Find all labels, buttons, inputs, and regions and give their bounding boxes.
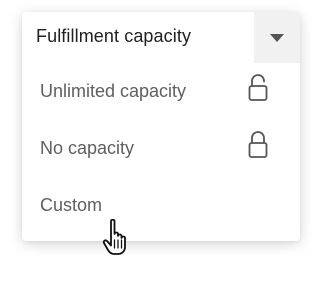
option-label: Custom (40, 195, 103, 215)
dropdown-header[interactable]: Fulfillment capacity (22, 12, 300, 63)
caret-down-icon (270, 34, 284, 42)
unlocked-icon (248, 74, 268, 101)
option-no-capacity[interactable]: No capacity (22, 120, 300, 177)
dropdown-toggle-button[interactable] (254, 12, 300, 63)
hand-pointer-icon (102, 218, 126, 255)
locked-icon (248, 131, 268, 158)
option-label: Unlimited capacity (40, 81, 187, 101)
option-custom[interactable]: Custom (22, 177, 300, 241)
option-label: No capacity (40, 138, 135, 158)
fulfillment-capacity-dropdown[interactable]: Fulfillment capacity Unlimited capacity … (22, 12, 300, 241)
dropdown-title: Fulfillment capacity (36, 26, 192, 46)
option-unlimited-capacity[interactable]: Unlimited capacity (22, 63, 300, 120)
